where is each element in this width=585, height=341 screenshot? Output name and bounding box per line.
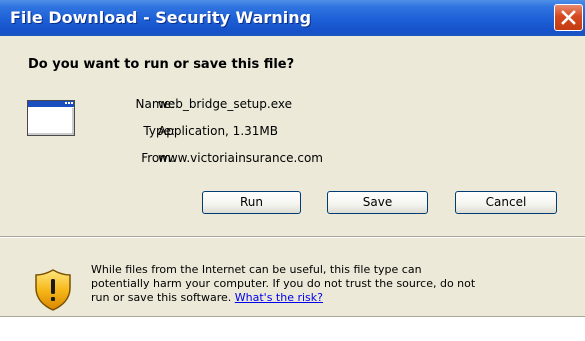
file-type-value: Application, 1.31MB	[158, 124, 278, 138]
window-title: File Download - Security Warning	[10, 8, 312, 27]
run-button[interactable]: Run	[202, 191, 301, 214]
name-label: Name:	[135, 97, 175, 111]
save-button[interactable]: Save	[327, 191, 428, 214]
cancel-button[interactable]: Cancel	[455, 191, 557, 214]
dialog-bottom-border	[0, 316, 585, 317]
close-button[interactable]	[554, 4, 583, 31]
type-label: Type:	[143, 124, 175, 138]
warning-line-1: While files from the Internet can be use…	[91, 263, 422, 276]
divider	[0, 236, 585, 238]
from-label: From:	[141, 151, 175, 165]
whats-the-risk-link[interactable]: What's the risk?	[235, 291, 323, 304]
download-question: Do you want to run or save this file?	[28, 57, 295, 72]
security-warning-text: While files from the Internet can be use…	[91, 263, 575, 305]
file-source-value: www.victoriainsurance.com	[158, 151, 323, 165]
warning-line-3-text: run or save this software.	[91, 291, 232, 304]
file-name-value: web_bridge_setup.exe	[158, 97, 292, 111]
close-icon	[561, 10, 576, 25]
file-download-dialog: File Download - Security Warning Do you …	[0, 0, 585, 316]
warning-line-3: run or save this software. What's the ri…	[91, 291, 575, 305]
title-bar[interactable]: File Download - Security Warning	[0, 0, 585, 36]
warning-line-2: potentially harm your computer. If you d…	[91, 277, 476, 290]
security-shield-warning-icon	[35, 269, 71, 311]
